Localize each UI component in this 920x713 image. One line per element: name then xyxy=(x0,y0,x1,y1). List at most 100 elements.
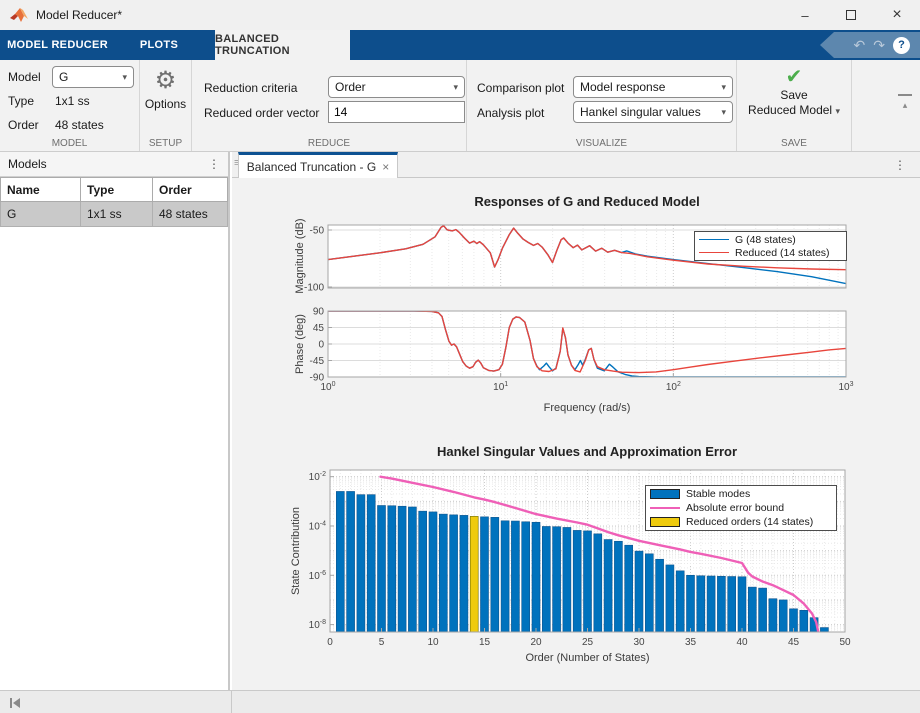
bar xyxy=(593,533,603,632)
redo-icon[interactable]: ↷ xyxy=(873,38,885,52)
bar xyxy=(490,517,500,632)
tab-plots[interactable]: PLOTS xyxy=(128,30,190,60)
figure-area: -50 -100 90 45 0 -45 -90 100 101 102 103 0 5 10 15 20 25… xyxy=(232,178,920,690)
gear-icon: ⚙ xyxy=(154,67,177,94)
window-title: Model Reducer* xyxy=(36,8,123,22)
bar xyxy=(675,570,685,632)
bar xyxy=(758,587,767,632)
chevron-down-icon: ▾ xyxy=(721,81,726,92)
svg-text:10-2: 10-2 xyxy=(309,471,326,483)
model-dropdown[interactable]: G ▾ xyxy=(52,66,134,88)
status-bar xyxy=(0,690,920,713)
model-reducer-window: { "window": { "title": "Model Reducer*" … xyxy=(0,0,920,713)
bar xyxy=(521,521,531,632)
bar xyxy=(500,520,510,632)
close-button[interactable]: × xyxy=(874,0,920,30)
options-button[interactable]: ⚙ Options xyxy=(140,66,191,111)
bar xyxy=(562,527,572,632)
svg-text:25: 25 xyxy=(582,637,594,648)
bar xyxy=(655,558,664,632)
undo-icon[interactable]: ↶ xyxy=(854,38,866,52)
bar xyxy=(397,505,407,632)
analysis-plot-dropdown[interactable]: Hankel singular values ▾ xyxy=(573,101,733,123)
svg-text:101: 101 xyxy=(493,381,508,393)
comparison-plot-label: Comparison plot xyxy=(477,81,565,95)
svg-text:0: 0 xyxy=(318,340,324,351)
legend-label-stable-modes: Stable modes xyxy=(686,488,751,500)
column-name[interactable]: Name xyxy=(0,177,81,202)
bar xyxy=(644,553,654,632)
section-title-save: SAVE xyxy=(781,138,807,149)
collapse-ribbon-button[interactable]: ▴ xyxy=(898,94,912,111)
order-value: 48 states xyxy=(55,118,104,132)
minimize-button[interactable]: – xyxy=(782,0,828,30)
bar xyxy=(778,599,788,632)
chevron-down-icon: ▾ xyxy=(721,106,726,117)
legend-swatch-reduced-orders xyxy=(650,517,680,527)
bar xyxy=(737,576,747,632)
bar xyxy=(727,576,737,632)
section-title-reduce: REDUCE xyxy=(307,138,351,149)
tab-balanced-truncation[interactable]: BALANCED TRUNCATION xyxy=(215,30,350,60)
svg-text:50: 50 xyxy=(839,637,851,648)
legend-label-g: G (48 states) xyxy=(735,233,796,246)
legend-label-reduced: Reduced (14 states) xyxy=(735,246,830,259)
chevron-down-icon: ▾ xyxy=(122,71,127,82)
svg-text:90: 90 xyxy=(313,307,325,318)
help-icon[interactable]: ? xyxy=(893,36,910,54)
collapse-panel-icon[interactable] xyxy=(8,695,24,711)
svg-text:10: 10 xyxy=(427,637,439,648)
svg-text:45: 45 xyxy=(313,323,325,334)
reduced-order-vector-input[interactable] xyxy=(328,101,465,123)
bar xyxy=(346,491,355,632)
maximize-button[interactable] xyxy=(828,0,874,30)
model-name-cell: G xyxy=(0,201,81,227)
bar xyxy=(418,510,427,632)
bar xyxy=(706,575,716,632)
bode-legend[interactable]: G (48 states) Reduced (14 states) xyxy=(694,231,847,261)
section-setup: ⚙ Options SETUP xyxy=(140,60,192,151)
legend-swatch-error-bound xyxy=(650,507,680,509)
svg-text:40: 40 xyxy=(736,637,748,648)
matlab-logo-icon xyxy=(10,8,28,22)
phase-axis-label: Phase (deg) xyxy=(294,314,306,374)
bar xyxy=(717,575,726,632)
comparison-plot-dropdown[interactable]: Model response ▾ xyxy=(573,76,733,98)
svg-text:-50: -50 xyxy=(310,226,325,237)
chevron-down-icon: ▾ xyxy=(835,106,840,116)
svg-text:10-4: 10-4 xyxy=(309,520,326,532)
table-row[interactable]: G 1x1 ss 48 states xyxy=(0,201,228,227)
bar xyxy=(552,526,561,632)
bar xyxy=(408,506,417,632)
models-table: Name Type Order G 1x1 ss 48 states xyxy=(0,177,228,227)
svg-text:10-6: 10-6 xyxy=(309,570,326,582)
svg-text:103: 103 xyxy=(838,381,853,393)
column-type[interactable]: Type xyxy=(80,177,153,202)
kebab-menu-icon[interactable]: ⋮ xyxy=(208,157,220,171)
tab-balanced-truncation-g[interactable]: Balanced Truncation - G × xyxy=(238,152,398,178)
save-reduced-model-button[interactable]: ✔ Save Reduced Model ▾ xyxy=(745,64,843,146)
model-type-cell: 1x1 ss xyxy=(80,201,153,227)
column-order[interactable]: Order xyxy=(152,177,228,202)
bar xyxy=(614,540,623,632)
section-save: ✔ Save Reduced Model ▾ SAVE xyxy=(737,60,852,151)
svg-text:-45: -45 xyxy=(310,356,325,367)
tab-model-reducer[interactable]: MODEL REDUCER xyxy=(0,30,115,60)
minimize-icon: – xyxy=(801,7,809,23)
reduction-criteria-dropdown[interactable]: Order ▾ xyxy=(328,76,465,98)
model-label: Model xyxy=(8,70,41,84)
bar xyxy=(428,511,438,632)
bar xyxy=(634,550,644,632)
kebab-menu-icon[interactable]: ⋮ xyxy=(894,158,906,172)
bar xyxy=(449,514,458,632)
type-value: 1x1 ss xyxy=(55,94,90,108)
svg-text:5: 5 xyxy=(379,637,385,648)
models-panel-title: Models xyxy=(8,157,47,171)
toolstrip: Model G ▾ Type 1x1 ss Order 48 states MO… xyxy=(0,60,920,152)
tab-close-icon[interactable]: × xyxy=(382,160,389,174)
hankel-legend[interactable]: Stable modes Absolute error bound Reduce… xyxy=(645,485,837,531)
bar xyxy=(459,515,469,632)
bar xyxy=(336,491,345,632)
svg-text:100: 100 xyxy=(320,381,335,393)
bar xyxy=(531,521,541,632)
